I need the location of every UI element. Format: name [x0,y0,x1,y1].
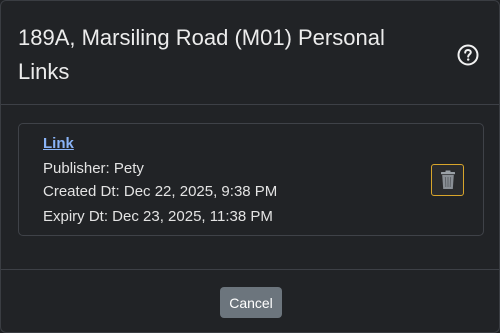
modal-footer: Cancel [1,269,499,333]
modal-title: 189A, Marsiling Road (M01) Personal Link… [18,25,385,84]
trash-icon [440,170,455,189]
publisher-text: Publisher: Pety [43,160,144,177]
expiry-date-text: Expiry Dt: Dec 23, 2025, 11:38 PM [43,208,273,225]
link-card: Link Publisher: Pety Created Dt: Dec 22,… [18,123,484,236]
modal-header: 189A, Marsiling Road (M01) Personal Link… [1,1,499,105]
help-button[interactable] [456,43,480,67]
delete-link-button[interactable] [431,164,464,196]
modal-body: Link Publisher: Pety Created Dt: Dec 22,… [1,106,499,269]
created-date-text: Created Dt: Dec 22, 2025, 9:38 PM [43,183,278,200]
personal-links-modal: 189A, Marsiling Road (M01) Personal Link… [0,0,500,333]
cancel-button[interactable]: Cancel [220,287,282,318]
question-circle-icon [457,44,479,66]
link-anchor[interactable]: Link [43,135,74,152]
